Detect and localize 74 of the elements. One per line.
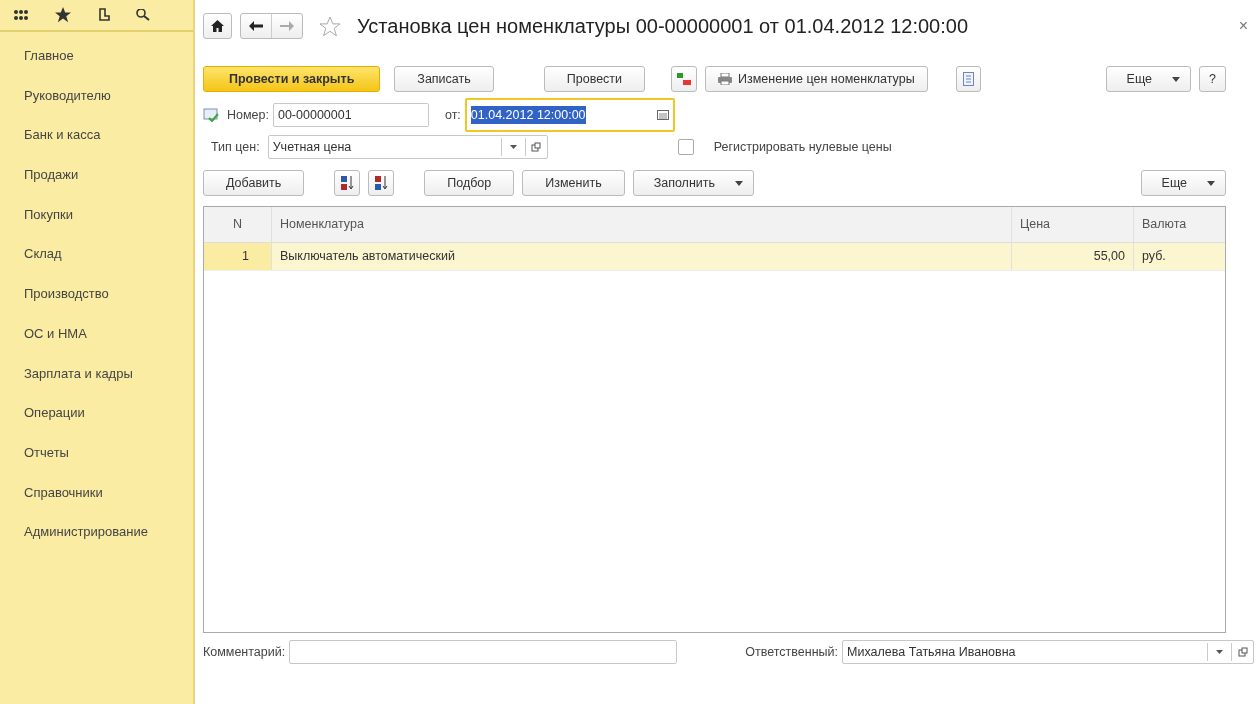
history-icon[interactable] <box>98 8 110 22</box>
column-header[interactable]: N <box>204 207 272 242</box>
column-header[interactable]: Цена <box>1012 207 1134 242</box>
debit-credit-button[interactable] <box>671 66 698 92</box>
table-row[interactable]: 1 Выключатель автоматический 55,00 руб. <box>204 243 1225 271</box>
debit-credit-icon <box>677 72 692 86</box>
toolbar-button[interactable]: Провести <box>543 66 646 92</box>
toolbar-button[interactable]: Подбор <box>424 170 515 196</box>
help-button[interactable]: ? <box>1199 66 1226 92</box>
table-cell: Выключатель автоматический <box>272 243 1012 270</box>
more-button[interactable]: Еще <box>1140 170 1226 196</box>
sort-ascending-button[interactable] <box>334 170 361 196</box>
home-icon <box>211 20 224 32</box>
sidebar-item[interactable]: Отчеты <box>0 432 193 473</box>
sort-icon <box>340 175 355 191</box>
checkbox-label: Регистрировать нулевые цены <box>713 138 892 156</box>
posted-document-icon <box>203 108 219 122</box>
number-field[interactable]: 00-00000001 <box>272 103 429 127</box>
caret-icon <box>1207 180 1215 186</box>
sidebar-item[interactable]: Продажи <box>0 155 193 195</box>
responsible-field[interactable]: Михалева Татьяна Ивановна <box>842 640 1254 664</box>
sidebar-item[interactable]: Руководителю <box>0 75 193 116</box>
dropdown-arrow-icon[interactable] <box>1216 650 1223 655</box>
column-header[interactable]: Номенклатура <box>272 207 1012 242</box>
price-type-field[interactable]: Учетная цена <box>267 135 548 159</box>
print-button[interactable]: Изменение цен номенклатуры <box>705 66 928 92</box>
sort-icon <box>374 175 389 191</box>
open-icon[interactable] <box>531 142 542 153</box>
comment-label: Комментарий: <box>203 643 286 661</box>
responsible-label: Ответственный: <box>745 643 838 661</box>
sidebar-item[interactable]: ОС и НМА <box>0 313 193 354</box>
document-icon <box>962 72 974 86</box>
sidebar-item[interactable]: Производство <box>0 274 193 314</box>
sort-descending-button[interactable] <box>368 170 395 196</box>
sidebar-item[interactable]: Справочники <box>0 472 193 513</box>
caret-icon <box>735 180 744 186</box>
sidebar-item[interactable]: Склад <box>0 234 193 275</box>
printer-icon <box>718 73 733 85</box>
dropdown-arrow-icon[interactable] <box>509 145 517 150</box>
caret-icon <box>1172 76 1181 82</box>
sidebar-item[interactable]: Банк и касса <box>0 115 193 156</box>
report-button[interactable] <box>955 66 981 92</box>
forward-arrow-icon <box>280 21 294 32</box>
back-arrow-icon <box>249 21 263 32</box>
comment-field[interactable] <box>289 640 678 664</box>
table-cell: 1 <box>204 243 272 270</box>
toolbar-button[interactable]: Изменить <box>522 170 625 196</box>
search-icon[interactable] <box>136 9 150 21</box>
star-icon[interactable] <box>319 15 341 37</box>
more-button[interactable]: Еще <box>1105 66 1192 92</box>
date-field[interactable]: 01.04.2012 12:00:00 <box>464 98 675 132</box>
open-icon[interactable] <box>1237 647 1248 658</box>
table-cell: 55,00 <box>1012 243 1134 270</box>
calendar-icon[interactable] <box>656 110 669 120</box>
sidebar-item[interactable]: Покупки <box>0 194 193 235</box>
sidebar-item[interactable]: Зарплата и кадры <box>0 353 193 394</box>
more-button[interactable]: Заполнить <box>632 170 755 196</box>
close-button[interactable]: × <box>1238 14 1248 38</box>
table-cell-text: руб. <box>1141 248 1167 266</box>
apps-icon[interactable] <box>14 10 28 20</box>
number-label: Номер: <box>227 106 269 124</box>
star-icon[interactable] <box>54 7 72 23</box>
sidebar-item[interactable]: Главное <box>0 36 193 76</box>
window-title: Установка цен номенклатуры 00-00000001 от 01.04.2012 12:00:00 <box>357 14 969 39</box>
sidebar-item[interactable]: Операции <box>0 393 193 433</box>
post-and-close-button[interactable]: Провести и закрыть <box>203 66 381 92</box>
price-type-label: Тип цен: <box>211 138 260 156</box>
checkbox[interactable] <box>677 139 694 155</box>
sidebar-item[interactable]: Администрирование <box>0 512 193 552</box>
home-button[interactable] <box>203 13 232 39</box>
toolbar-button[interactable]: Записать <box>394 66 494 92</box>
toolbar-button[interactable]: Добавить <box>203 170 305 196</box>
column-header[interactable]: Валюта <box>1134 207 1225 242</box>
date-label: от: <box>444 106 461 124</box>
